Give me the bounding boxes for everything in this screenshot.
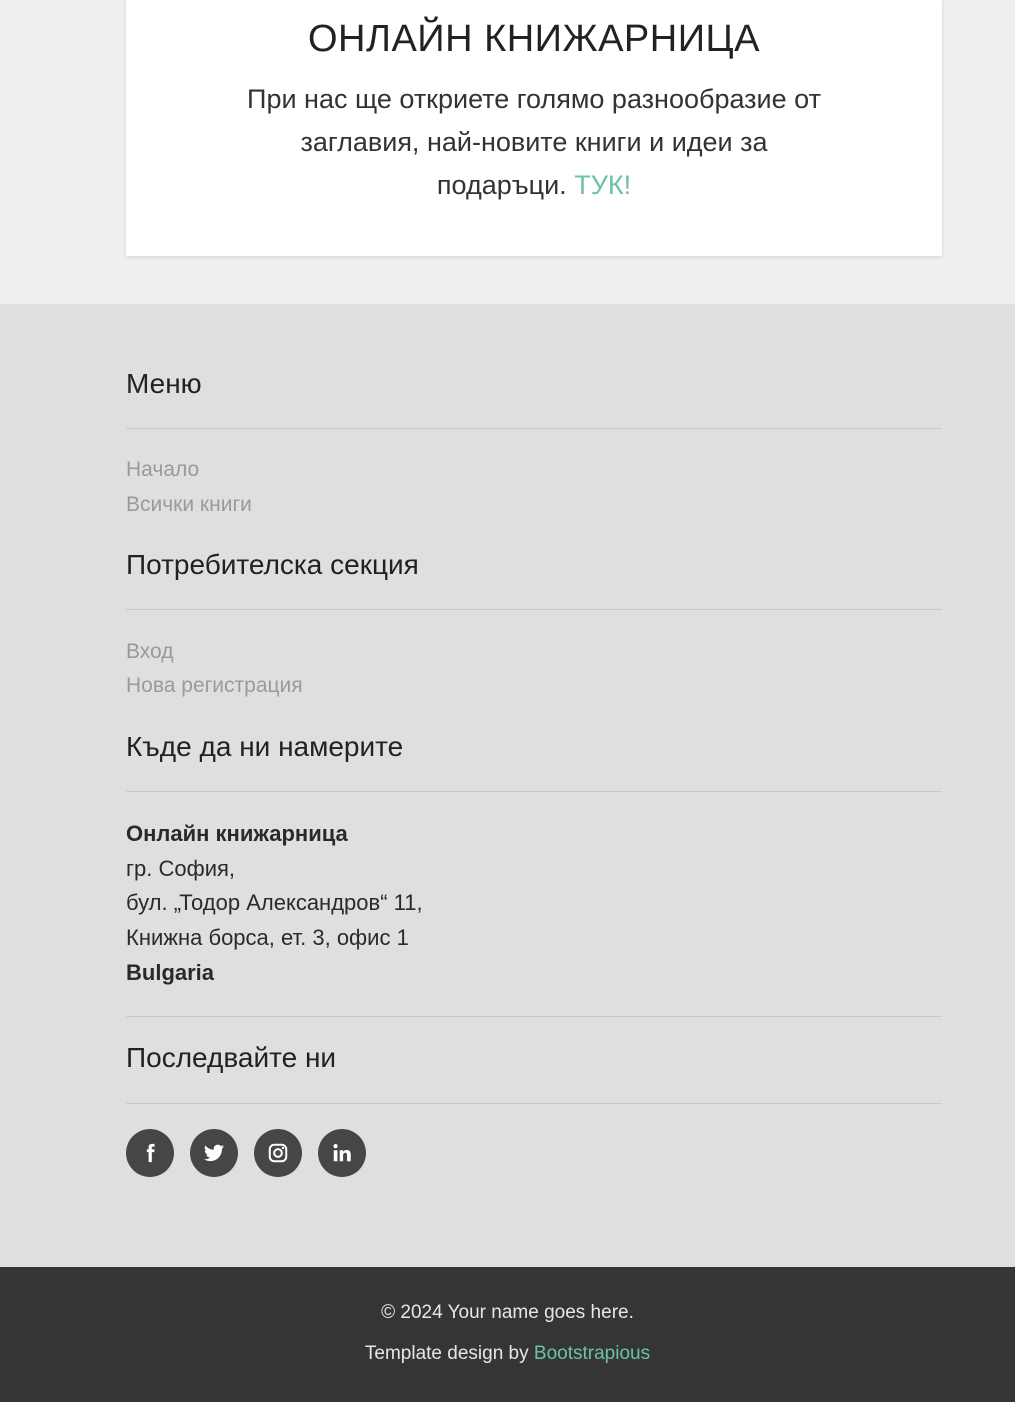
address-building: Книжна борса, ет. 3, офис 1 bbox=[126, 925, 409, 950]
credit-text: Template design by Bootstrapious bbox=[0, 1343, 1015, 1365]
address-divider bbox=[126, 1016, 942, 1017]
bottom-bar: © 2024 Your name goes here. Template des… bbox=[0, 1267, 1015, 1402]
footer: Меню Начало Всички книги Потребителска с… bbox=[0, 304, 1015, 1267]
promo-text-line-3: подаръци. bbox=[436, 170, 567, 200]
top-area: ОНЛАЙН КНИЖАРНИЦА При нас ще откриете го… bbox=[0, 0, 1015, 304]
credit-prefix: Template design by bbox=[364, 1343, 529, 1364]
location-divider bbox=[126, 791, 942, 792]
linkedin-button[interactable] bbox=[318, 1129, 366, 1177]
login-link[interactable]: Вход bbox=[126, 640, 174, 664]
facebook-button[interactable] bbox=[126, 1129, 174, 1177]
promo-title: ОНЛАЙН КНИЖАРНИЦА bbox=[308, 18, 760, 60]
promo-card: ОНЛАЙН КНИЖАРНИЦА При нас ще откриете го… bbox=[126, 0, 942, 256]
linkedin-icon bbox=[331, 1142, 353, 1164]
twitter-button[interactable] bbox=[190, 1129, 238, 1177]
copyright-text: © 2024 Your name goes here. bbox=[381, 1302, 634, 1323]
address-name: Онлайн книжарница bbox=[126, 821, 348, 846]
menu-divider bbox=[126, 428, 942, 429]
promo-text-line-2: заглавия, най-новите книги и идеи за bbox=[300, 127, 768, 157]
address-city: гр. София, bbox=[126, 856, 236, 881]
user-section-heading: Потребителска секция bbox=[126, 549, 419, 580]
address-street: бул. „Тодор Александров“ 11, bbox=[126, 890, 423, 915]
user-section-divider bbox=[126, 609, 942, 610]
menu-link-all-books[interactable]: Всички книги bbox=[126, 493, 252, 517]
promo-text: При нас ще откриете голямо разнообразие … bbox=[222, 78, 846, 207]
instagram-icon bbox=[267, 1142, 289, 1164]
bootstrapious-link[interactable]: Bootstrapious bbox=[534, 1343, 650, 1364]
social-links bbox=[126, 1129, 366, 1177]
promo-link-here[interactable]: ТУК! bbox=[574, 170, 631, 200]
location-heading: Къде да ни намерите bbox=[126, 731, 404, 762]
menu-heading: Меню bbox=[126, 368, 202, 399]
menu-link-home[interactable]: Начало bbox=[126, 458, 199, 482]
twitter-icon bbox=[203, 1142, 225, 1164]
promo-text-line-1: При нас ще откриете голямо разнообразие … bbox=[247, 84, 821, 114]
facebook-icon bbox=[139, 1142, 161, 1164]
register-link[interactable]: Нова регистрация bbox=[126, 674, 303, 698]
instagram-button[interactable] bbox=[254, 1129, 302, 1177]
follow-divider bbox=[126, 1103, 942, 1104]
address-country: Bulgaria bbox=[126, 960, 215, 985]
follow-heading: Последвайте ни bbox=[126, 1042, 337, 1073]
